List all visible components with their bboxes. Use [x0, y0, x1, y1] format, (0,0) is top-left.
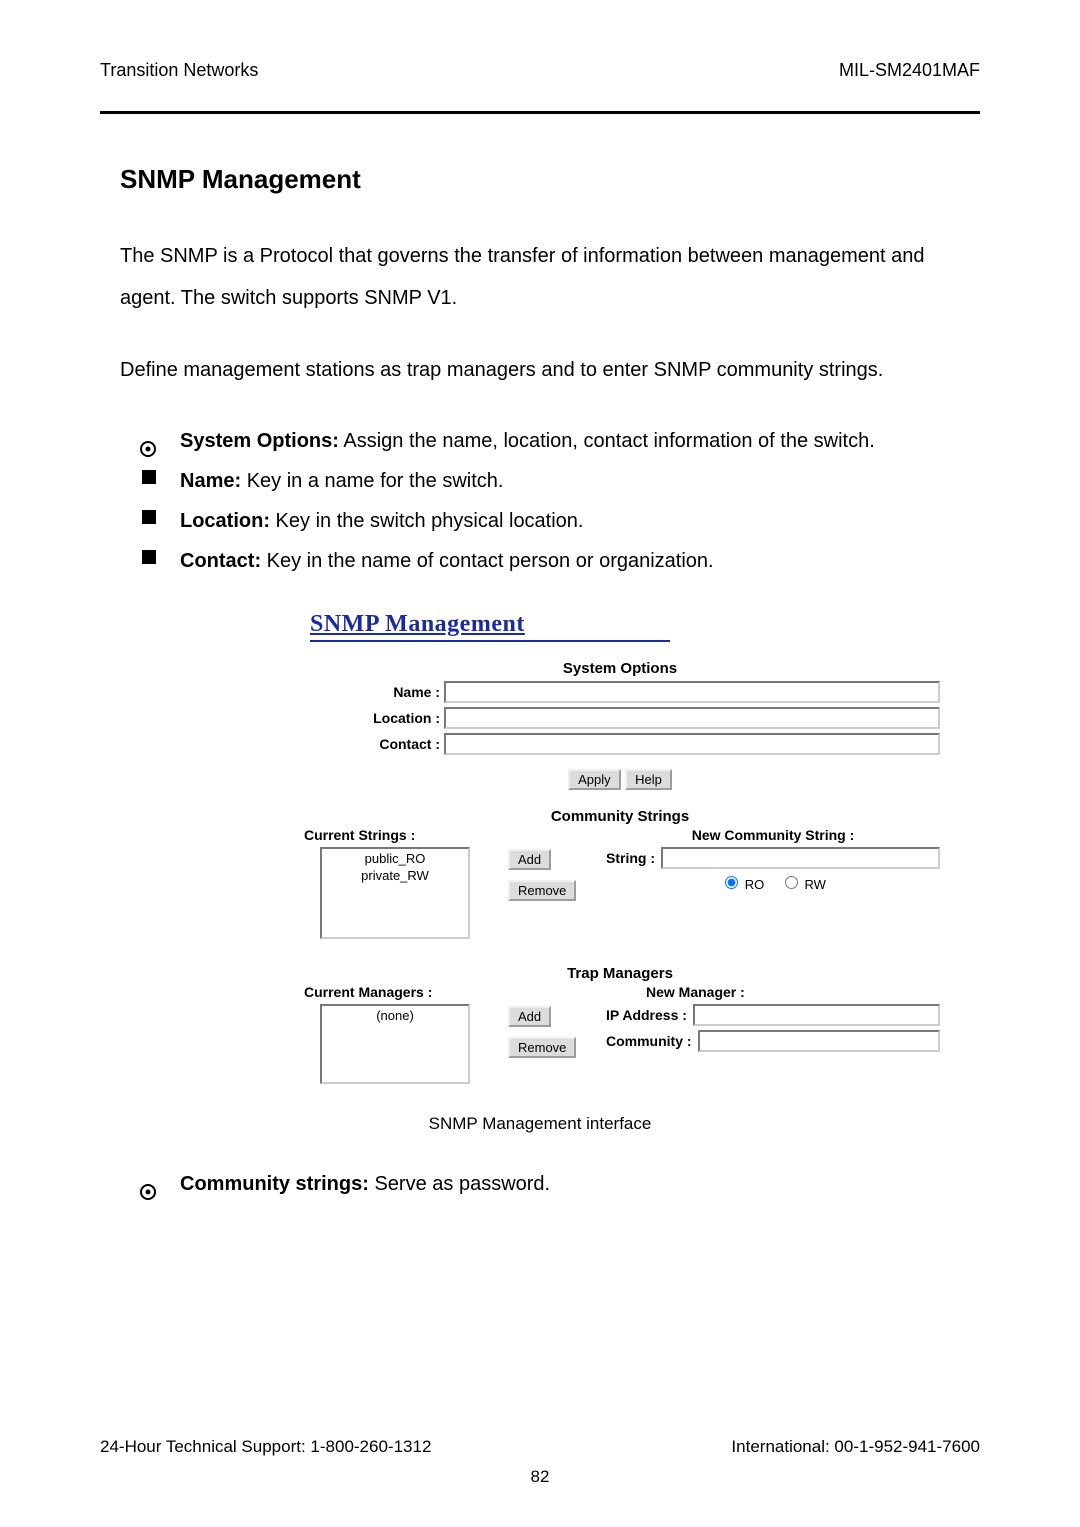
rw-radio-input[interactable]	[785, 876, 798, 889]
current-strings-label: Current Strings :	[304, 827, 500, 843]
ip-address-input[interactable]	[693, 1004, 940, 1026]
apply-button[interactable]: Apply	[568, 769, 621, 790]
intro-paragraph-1: The SNMP is a Protocol that governs the …	[120, 235, 960, 319]
trap-add-button[interactable]: Add	[508, 1006, 551, 1027]
bullet-label: Location:	[180, 510, 270, 532]
access-radio-group: RO RW	[606, 873, 940, 892]
community-add-button[interactable]: Add	[508, 849, 551, 870]
rw-label: RW	[804, 877, 825, 892]
string-label: String :	[606, 850, 655, 866]
ip-address-label: IP Address :	[606, 1007, 687, 1023]
location-input[interactable]	[444, 707, 940, 729]
bullet-label: Contact:	[180, 550, 261, 572]
bullet-label: System Options:	[180, 430, 339, 452]
header-right: MIL-SM2401MAF	[839, 60, 980, 81]
community-strings-title: Community Strings	[300, 808, 940, 825]
trap-remove-button[interactable]: Remove	[508, 1037, 576, 1058]
bullet-text: Serve as password.	[369, 1173, 550, 1195]
list-item[interactable]: public_RO	[324, 851, 466, 868]
square-bullet-icon	[142, 510, 156, 524]
page-number: 82	[100, 1467, 980, 1487]
page-title: SNMP Management	[120, 164, 960, 195]
bullet-text: Assign the name, location, contact infor…	[339, 430, 875, 452]
bullet-text: Key in the name of contact person or org…	[261, 550, 714, 572]
square-bullet-icon	[142, 470, 156, 484]
snmp-ui-panel: SNMP Management System Options Name : Lo…	[300, 611, 940, 1084]
bullet-label: Name:	[180, 470, 241, 492]
contact-input[interactable]	[444, 733, 940, 755]
bullet-community-strings: Community strings: Serve as password.	[120, 1164, 960, 1204]
name-label: Name :	[300, 684, 444, 700]
header-left: Transition Networks	[100, 60, 258, 81]
ro-radio-input[interactable]	[725, 876, 738, 889]
ro-label: RO	[745, 877, 765, 892]
trap-community-input[interactable]	[698, 1030, 940, 1052]
contact-label: Contact :	[300, 736, 444, 752]
footer-international: International: 00-1-952-941-7600	[731, 1437, 980, 1457]
figure-caption: SNMP Management interface	[100, 1114, 980, 1134]
header-divider	[100, 111, 980, 114]
trap-managers-title: Trap Managers	[300, 965, 940, 982]
bullet-name: Name: Key in a name for the switch.	[120, 461, 960, 501]
bullet-text: Key in a name for the switch.	[241, 470, 503, 492]
ro-radio[interactable]: RO	[720, 877, 764, 892]
system-options-title: System Options	[300, 660, 940, 677]
bullet-location: Location: Key in the switch physical loc…	[120, 501, 960, 541]
name-input[interactable]	[444, 681, 940, 703]
bullet-contact: Contact: Key in the name of contact pers…	[120, 541, 960, 581]
community-remove-button[interactable]: Remove	[508, 880, 576, 901]
current-strings-list[interactable]: public_RO private_RW	[320, 847, 470, 939]
list-item[interactable]: private_RW	[324, 868, 466, 885]
new-community-label: New Community String :	[606, 827, 940, 843]
list-item[interactable]: (none)	[324, 1008, 466, 1025]
rw-radio[interactable]: RW	[780, 877, 826, 892]
community-string-input[interactable]	[661, 847, 940, 869]
trap-community-label: Community :	[606, 1033, 692, 1049]
ui-title: SNMP Management	[310, 611, 670, 642]
bullet-system-options: System Options: Assign the name, locatio…	[120, 421, 960, 461]
square-bullet-icon	[142, 550, 156, 564]
location-label: Location :	[300, 710, 444, 726]
intro-paragraph-2: Define management stations as trap manag…	[120, 349, 960, 391]
bullet-label: Community strings:	[180, 1173, 369, 1195]
target-bullet-icon	[140, 431, 156, 447]
current-managers-label: Current Managers :	[304, 984, 500, 1000]
target-bullet-icon	[140, 1174, 156, 1190]
new-manager-label: New Manager :	[606, 984, 940, 1000]
bullet-text: Key in the switch physical location.	[270, 510, 584, 532]
current-managers-list[interactable]: (none)	[320, 1004, 470, 1084]
help-button[interactable]: Help	[625, 769, 672, 790]
footer-support: 24-Hour Technical Support: 1-800-260-131…	[100, 1437, 431, 1457]
